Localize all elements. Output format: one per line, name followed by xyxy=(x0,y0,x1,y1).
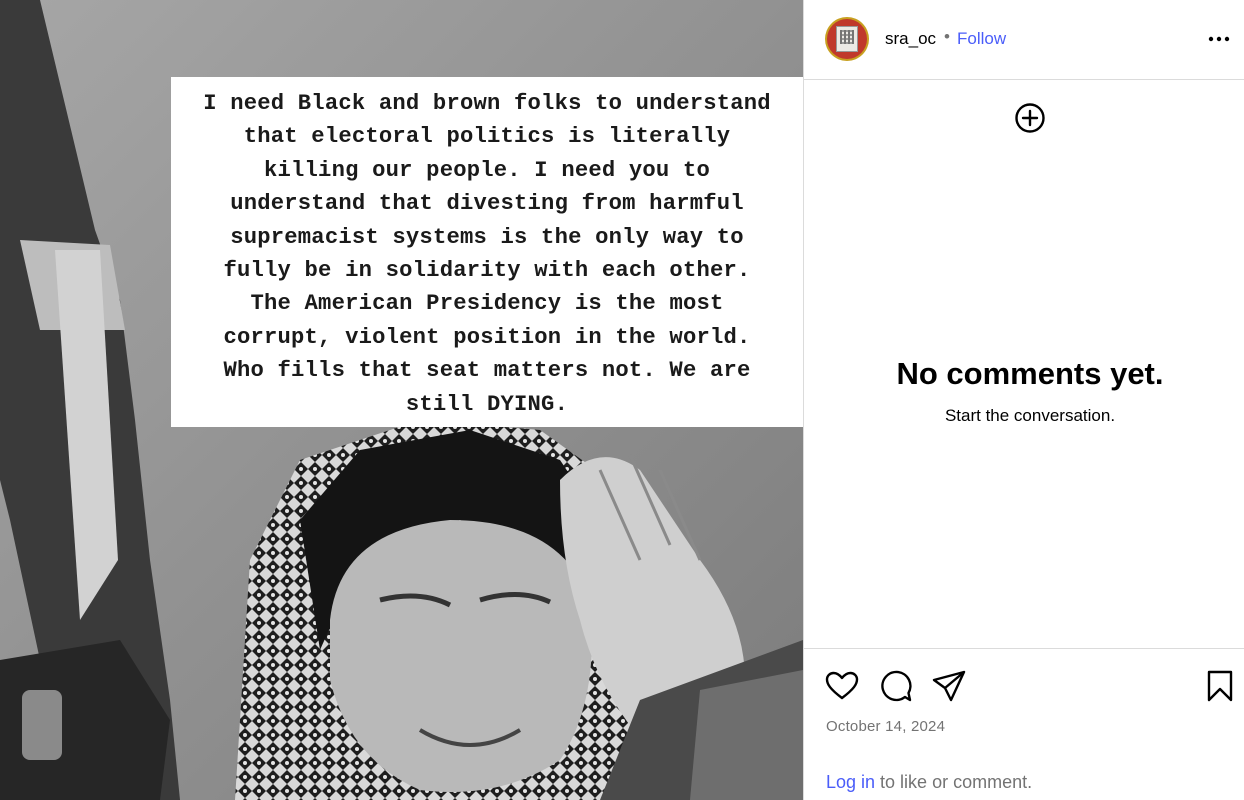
overlay-line: that electoral politics is literally xyxy=(243,124,731,150)
post-actions: October 14, 2024 Log in to like or comme… xyxy=(804,648,1244,800)
post-header: sra_oc • Follow xyxy=(804,0,1244,80)
overlay-line: still DYING. xyxy=(405,391,569,417)
username-link[interactable]: sra_oc xyxy=(885,29,936,49)
post-date[interactable]: October 14, 2024 xyxy=(826,718,945,735)
comment-icon[interactable] xyxy=(878,668,914,704)
overlay-line: fully be in solidarity with each other. xyxy=(223,258,751,284)
overlay-line: I need Black and brown folks to understa… xyxy=(203,91,771,116)
empty-comments-subtitle: Start the conversation. xyxy=(944,406,1116,425)
overlay-line: supremacist systems is the only way to xyxy=(230,224,744,250)
login-suffix: to like or comment. xyxy=(875,772,1033,792)
avatar[interactable] xyxy=(825,17,869,61)
more-horizontal-icon[interactable] xyxy=(1204,26,1234,52)
empty-comments-title: No comments yet. xyxy=(896,356,1164,391)
add-circle-icon[interactable] xyxy=(1014,102,1046,134)
overlay-line: understand that divesting from harmful xyxy=(230,191,744,217)
post-side-panel: sra_oc • Follow No comments yet. Start t… xyxy=(804,0,1244,800)
overlay-line: killing our people. I need you to xyxy=(264,157,710,183)
post-media[interactable]: I need Black and brown folks to understa… xyxy=(0,0,803,800)
avatar-card-graphic xyxy=(836,26,858,52)
separator-dot: • xyxy=(944,27,950,46)
post-text-overlay: I need Black and brown folks to understa… xyxy=(171,77,803,427)
login-link[interactable]: Log in xyxy=(826,772,875,792)
overlay-line: The American Presidency is the most xyxy=(250,291,724,317)
heart-icon[interactable] xyxy=(824,668,860,704)
overlay-line: Who fills that seat matters not. We are xyxy=(223,358,751,384)
share-icon[interactable] xyxy=(931,668,967,704)
overlay-line: corrupt, violent position in the world. xyxy=(223,324,751,350)
follow-button[interactable]: Follow xyxy=(957,29,1006,49)
bookmark-icon[interactable] xyxy=(1202,668,1238,704)
login-prompt: Log in to like or comment. xyxy=(826,772,1032,793)
avatar-image xyxy=(827,19,867,59)
